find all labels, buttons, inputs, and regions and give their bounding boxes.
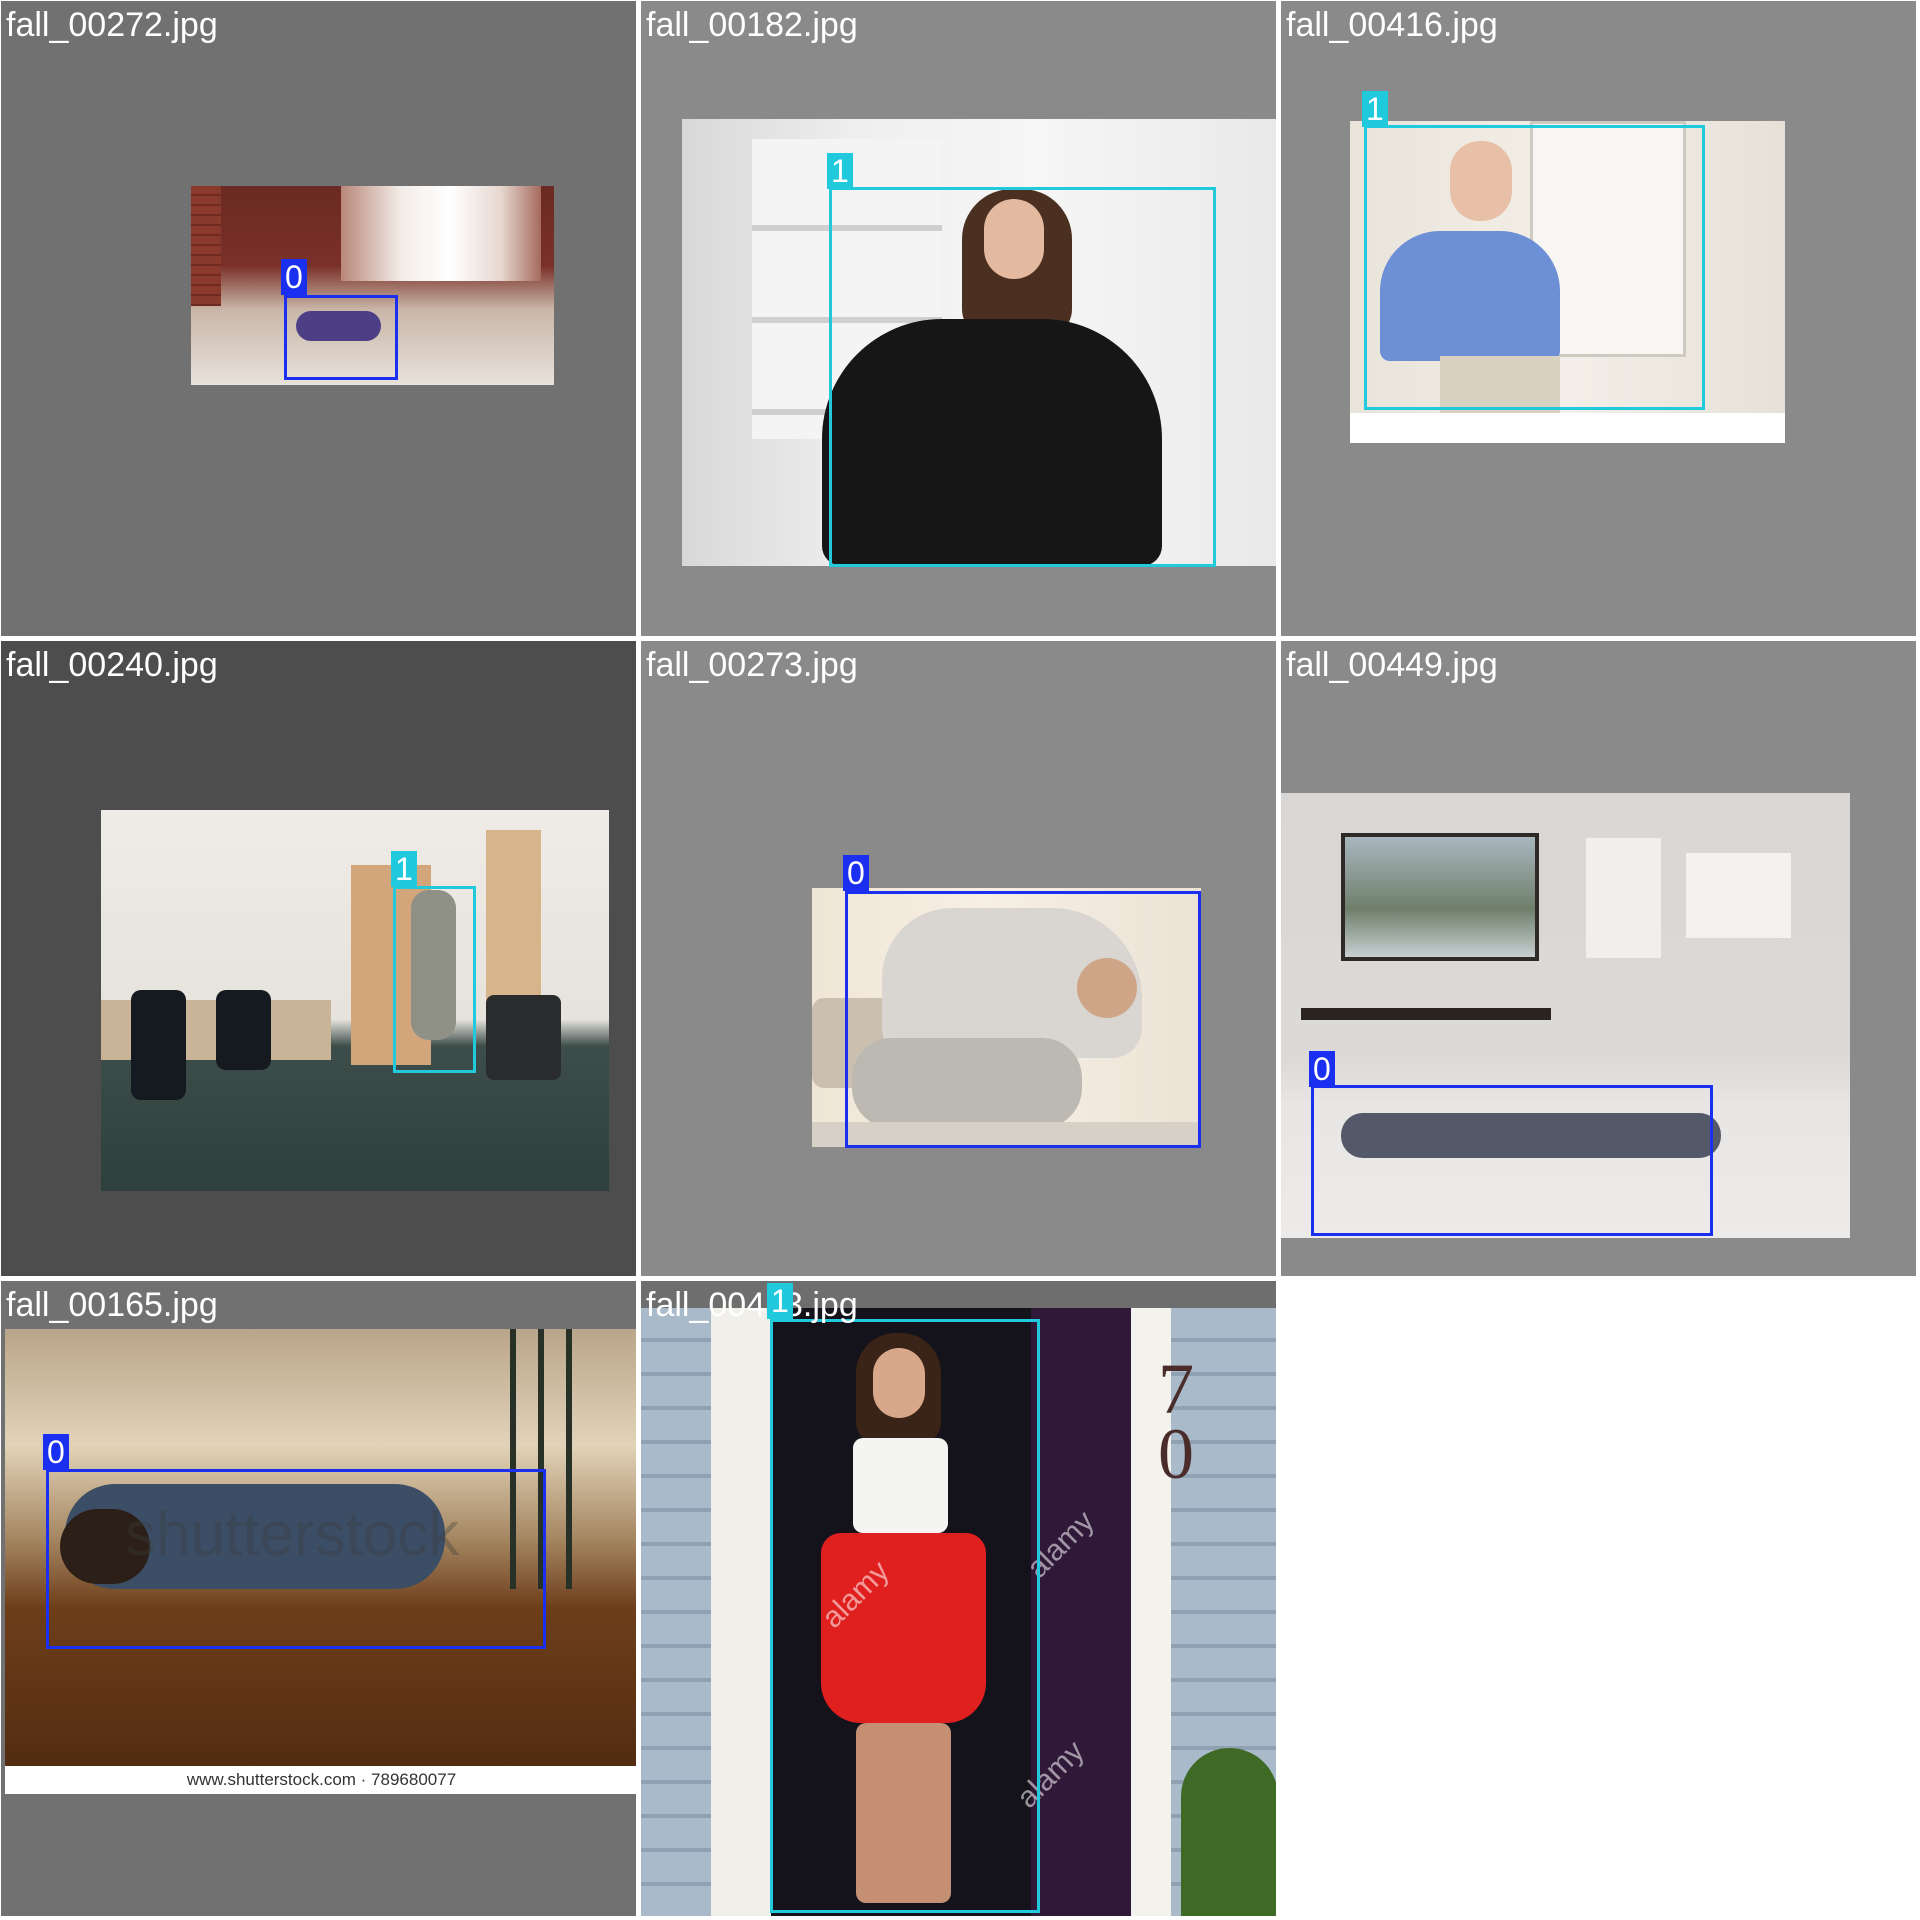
photo-shrub xyxy=(1181,1748,1276,1916)
photo-poster-landscape xyxy=(1341,833,1539,961)
bbox-class-label: 0 xyxy=(281,259,307,295)
bbox-class-1 xyxy=(829,187,1216,567)
bbox-class-label: 0 xyxy=(43,1434,69,1470)
house-number-7: 7 xyxy=(1158,1349,1194,1429)
image-filename: fall_00416.jpg xyxy=(1286,6,1498,44)
mosaic-cell-empty xyxy=(1280,1280,1917,1917)
bbox-class-0 xyxy=(845,891,1201,1148)
photo-footer-strip xyxy=(1350,413,1785,443)
photo-office-room xyxy=(101,810,609,1191)
photo-chair-mid xyxy=(216,990,271,1070)
photo-chair-left xyxy=(131,990,186,1100)
mosaic-cell: 1 fall_00416.jpg xyxy=(1280,0,1917,637)
mosaic-cell: 7 0 alamy alamy alamy fall_00413.jpg 1 xyxy=(640,1280,1277,1917)
bbox-class-1 xyxy=(770,1319,1040,1913)
house-number-0: 0 xyxy=(1158,1414,1194,1494)
image-filename: fall_00449.jpg xyxy=(1286,646,1498,684)
image-filename: fall_00182.jpg xyxy=(646,6,858,44)
bbox-class-label: 1 xyxy=(391,851,417,887)
image-filename: fall_00273.jpg xyxy=(646,646,858,684)
photo-door-frame-left xyxy=(711,1308,771,1916)
mosaic-cell: 0 fall_00272.jpg xyxy=(0,0,637,637)
bbox-class-label: 0 xyxy=(843,855,869,891)
bbox-class-label: 0 xyxy=(1309,1051,1335,1087)
bbox-class-label: 1 xyxy=(767,1283,793,1319)
image-filename: fall_00272.jpg xyxy=(6,6,218,44)
bbox-class-1 xyxy=(393,886,476,1073)
photo-chair-right xyxy=(486,995,561,1080)
photo-wall-brick xyxy=(191,186,221,306)
bbox-class-1 xyxy=(1364,125,1705,410)
mosaic-cell: 0 fall_00273.jpg xyxy=(640,640,1277,1277)
bbox-class-0 xyxy=(46,1469,546,1649)
photo-purple-door xyxy=(1031,1308,1131,1916)
mosaic-cell: 0 fall_00449.jpg xyxy=(1280,640,1917,1277)
mosaic-cell: 1 fall_00182.jpg xyxy=(640,0,1277,637)
photo-window xyxy=(341,186,541,281)
bbox-class-0 xyxy=(284,295,398,380)
photo-poster-flyer-2 xyxy=(1686,853,1791,938)
image-filename: fall_00413.jpg xyxy=(646,1286,858,1324)
mosaic-cell: shutterstock www.shutterstock.com · 7896… xyxy=(0,1280,637,1917)
bbox-class-label: 1 xyxy=(827,153,853,189)
photo-desk-dark xyxy=(1301,1008,1551,1020)
photo-poster-flyer-1 xyxy=(1586,838,1661,958)
bbox-class-0 xyxy=(1311,1085,1713,1236)
bbox-class-label: 1 xyxy=(1362,91,1388,127)
mosaic-cell: 1 fall_00240.jpg xyxy=(0,640,637,1277)
image-filename: fall_00240.jpg xyxy=(6,646,218,684)
photo-caption: www.shutterstock.com · 789680077 xyxy=(5,1766,636,1794)
image-mosaic: 0 fall_00272.jpg 1 fall_00182.jpg 1 fall… xyxy=(0,0,1920,1920)
image-filename: fall_00165.jpg xyxy=(6,1286,218,1324)
